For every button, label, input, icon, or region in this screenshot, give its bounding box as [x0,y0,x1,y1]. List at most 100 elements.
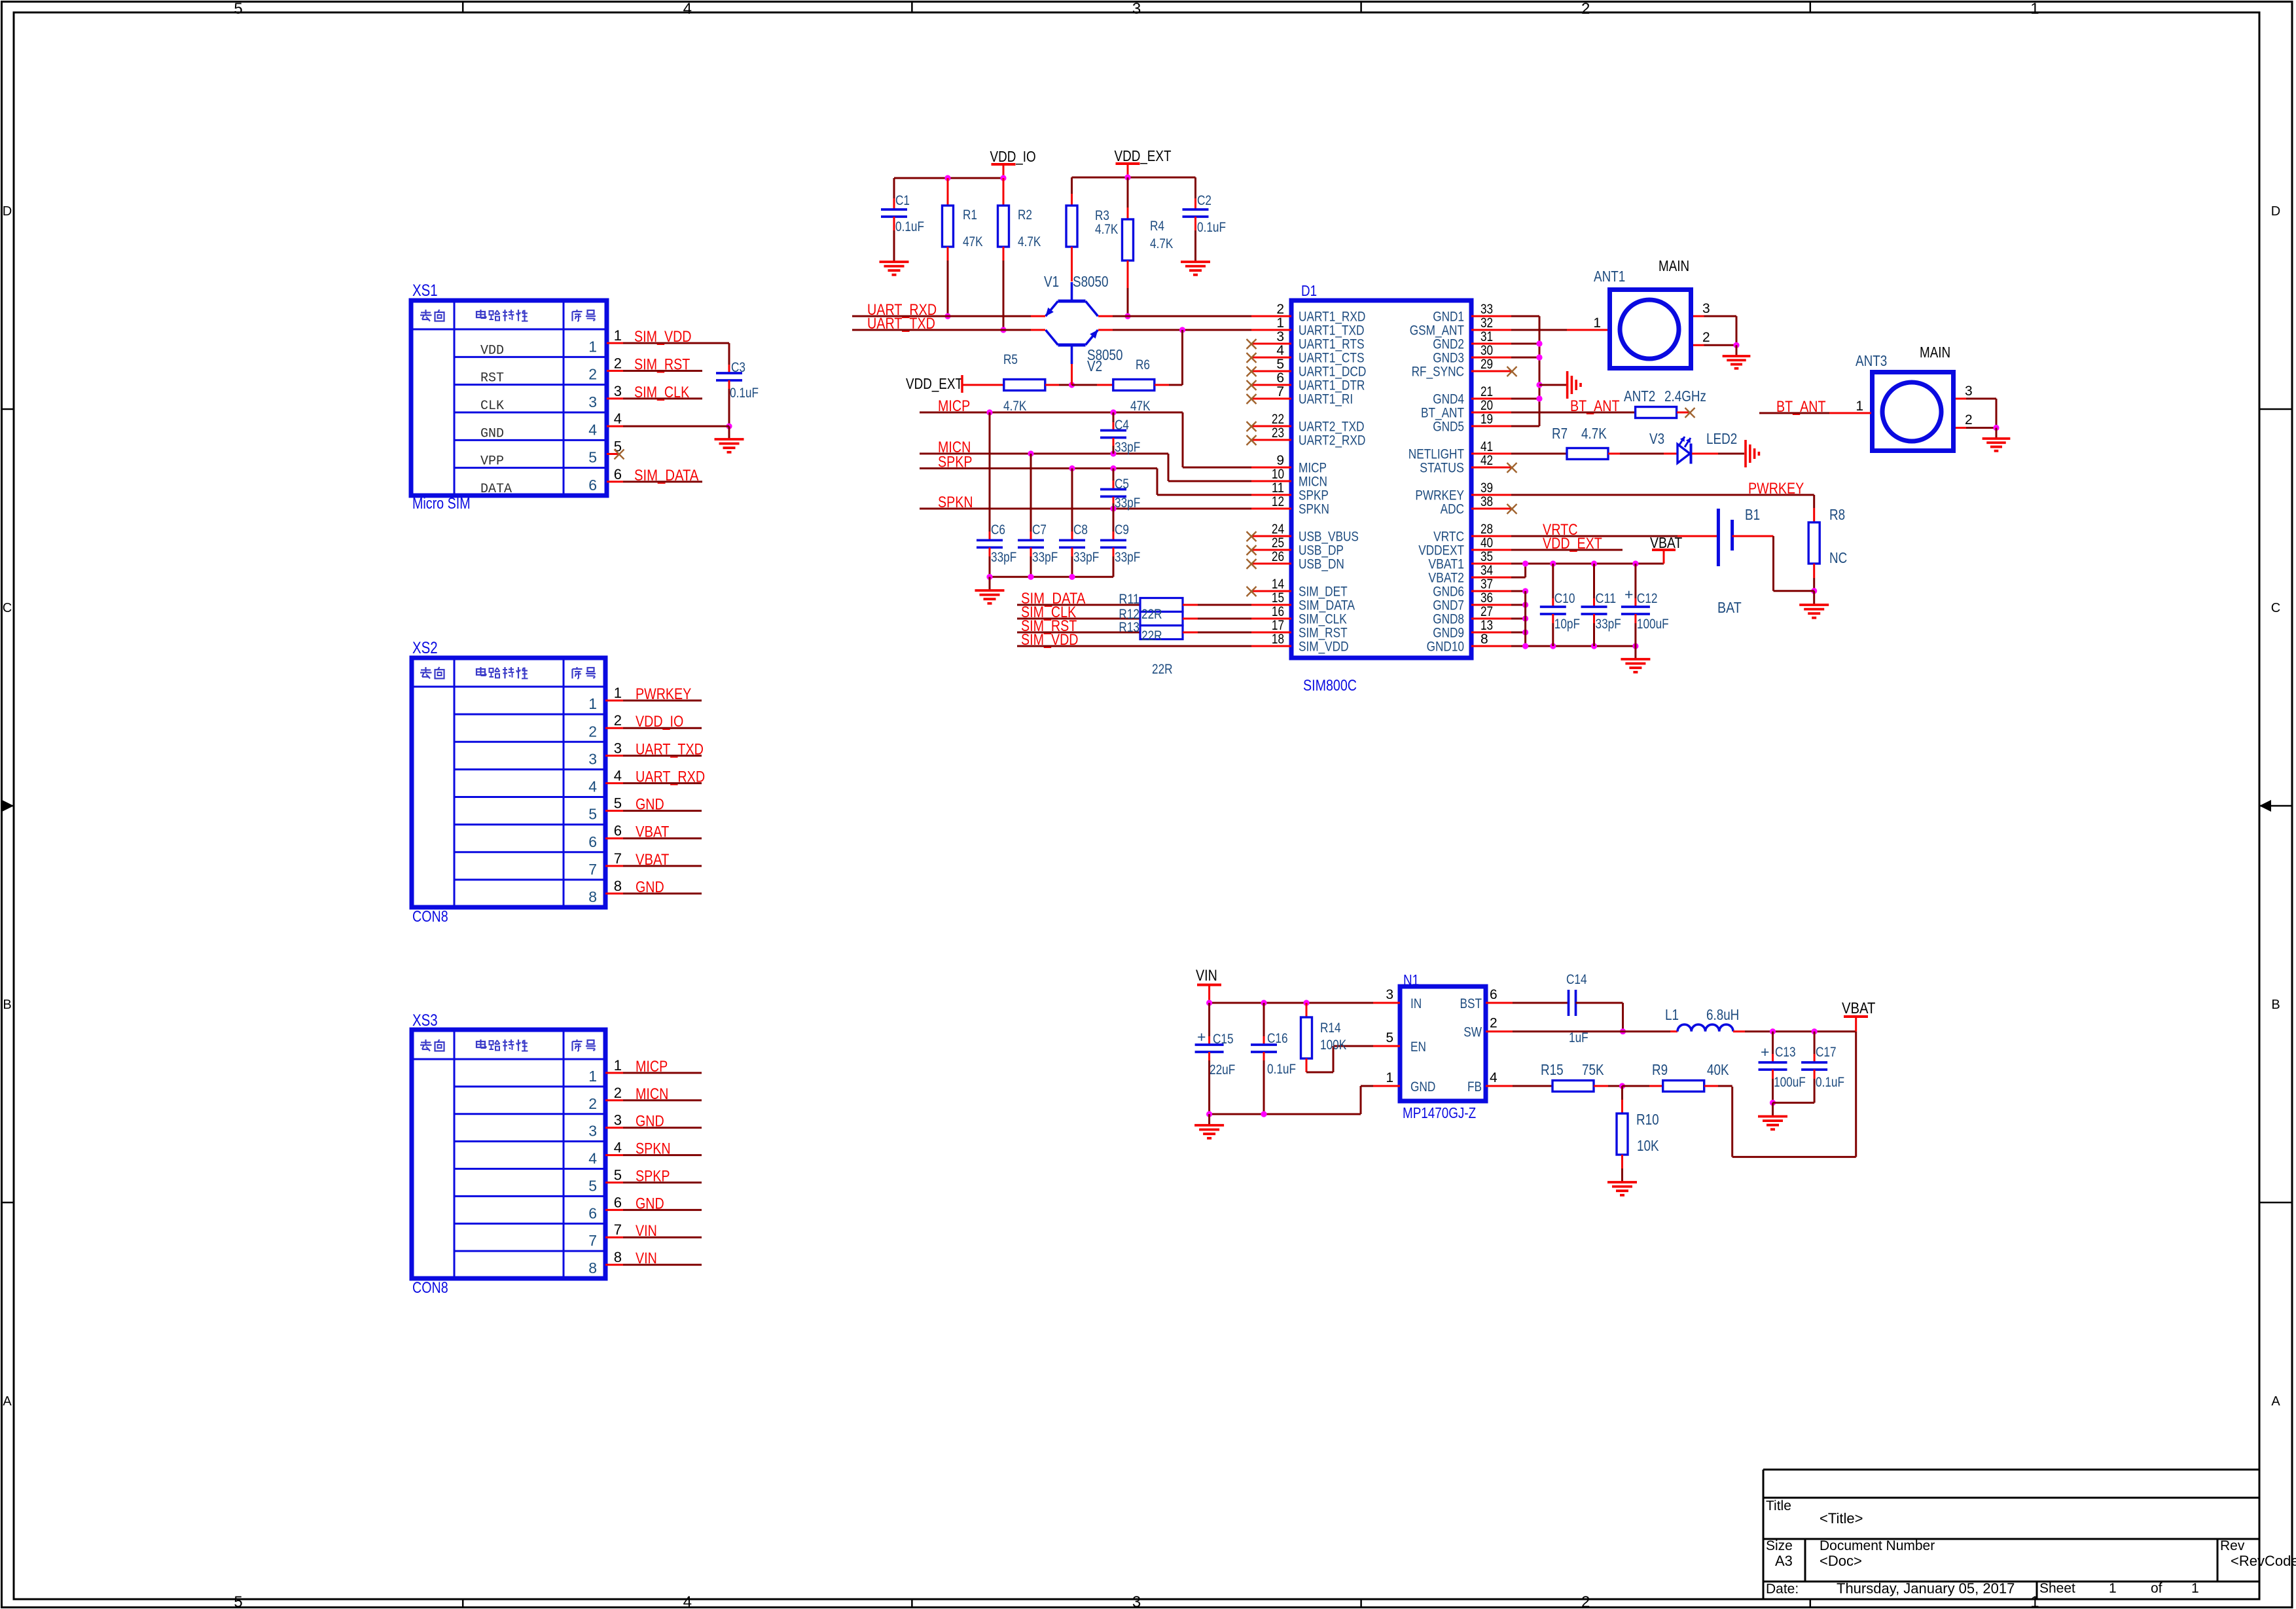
svg-text:STATUS: STATUS [1420,461,1464,476]
svg-text:UART_TXD: UART_TXD [636,740,704,758]
svg-text:ADC: ADC [1441,502,1464,517]
svg-text:1: 1 [588,338,597,355]
svg-text:VPP: VPP [480,454,504,469]
svg-text:1: 1 [588,695,597,712]
svg-text:3: 3 [614,383,622,399]
svg-text:22R: 22R [1152,662,1173,677]
svg-text:34: 34 [1480,563,1493,578]
svg-text:2: 2 [1965,412,1973,427]
svg-text:C: C [2271,601,2280,615]
svg-text:SPKN: SPKN [938,494,973,511]
svg-text:SPKN: SPKN [636,1140,671,1158]
svg-text:N1: N1 [1403,971,1419,988]
svg-text:100K: 100K [1320,1038,1346,1053]
svg-text:SIM_RST: SIM_RST [634,356,691,374]
svg-text:6.8uH: 6.8uH [1706,1006,1739,1023]
svg-text:CON8: CON8 [412,1279,448,1297]
svg-text:10K: 10K [1637,1137,1659,1154]
svg-text:R6: R6 [1136,357,1150,372]
svg-text:6: 6 [1276,371,1284,386]
svg-text:VBAT: VBAT [636,851,670,869]
svg-text:C16: C16 [1267,1031,1288,1046]
svg-text:7: 7 [1276,384,1284,399]
svg-text:MAIN: MAIN [1659,257,1689,274]
svg-text:42: 42 [1480,453,1493,468]
svg-text:RF_SYNC: RF_SYNC [1412,365,1464,380]
svg-text:10pF: 10pF [1554,617,1580,632]
svg-text:35: 35 [1480,549,1493,564]
svg-text:22uF: 22uF [1210,1062,1235,1077]
svg-text:MICP: MICP [636,1058,668,1076]
svg-text:ANT2: ANT2 [1624,388,1655,405]
svg-text:29: 29 [1480,357,1493,372]
svg-text:5: 5 [588,449,597,466]
svg-text:R1: R1 [963,208,977,223]
svg-text:R3: R3 [1095,208,1109,223]
svg-text:9: 9 [1276,453,1284,468]
svg-text:C10: C10 [1554,591,1575,606]
svg-text:1: 1 [2030,0,2039,18]
svg-text:36: 36 [1480,590,1493,606]
svg-text:47K: 47K [963,234,983,249]
svg-text:GND6: GND6 [1433,585,1464,600]
svg-text:MP1470GJ-Z: MP1470GJ-Z [1403,1104,1476,1121]
svg-text:2: 2 [614,712,622,729]
svg-text:3: 3 [1276,329,1284,344]
svg-text:MAIN: MAIN [1920,344,1950,361]
svg-text:13: 13 [1480,618,1493,633]
svg-text:7: 7 [614,850,622,867]
svg-text:5: 5 [588,1177,597,1194]
svg-text:VBAT2: VBAT2 [1428,571,1464,586]
svg-text:VDD_EXT: VDD_EXT [1115,147,1172,164]
svg-text:22R: 22R [1141,607,1162,622]
svg-text:NC: NC [1829,549,1847,566]
svg-text:0.1uF: 0.1uF [730,386,759,401]
svg-text:18: 18 [1272,632,1284,647]
svg-text:26: 26 [1272,549,1284,564]
svg-text:11: 11 [1272,480,1284,496]
svg-text:5: 5 [588,806,597,823]
svg-text:24: 24 [1272,522,1284,537]
svg-text:XS2: XS2 [412,639,438,657]
svg-text:C7: C7 [1032,522,1047,537]
svg-text:2: 2 [588,1095,597,1112]
svg-text:6: 6 [1490,987,1498,1002]
svg-text:15: 15 [1272,590,1284,606]
svg-text:4: 4 [1490,1070,1498,1085]
svg-text:2: 2 [1490,1016,1498,1031]
svg-text:1: 1 [2191,1581,2199,1596]
svg-text:C8: C8 [1073,522,1088,537]
svg-text:VDD_EXT: VDD_EXT [1543,535,1602,552]
svg-text:GND: GND [636,1195,664,1212]
svg-text:GND9: GND9 [1433,626,1464,641]
svg-text:GND1: GND1 [1433,310,1464,325]
svg-text:10: 10 [1272,467,1284,482]
svg-text:SPKN: SPKN [1299,502,1329,517]
svg-text:25: 25 [1272,535,1284,551]
svg-text:GND8: GND8 [1433,612,1464,627]
svg-text:7: 7 [588,861,597,878]
svg-text:VDD_IO: VDD_IO [990,148,1036,165]
svg-text:33pF: 33pF [1115,440,1140,455]
svg-text:MICP: MICP [938,397,970,415]
svg-text:1: 1 [614,1057,622,1074]
svg-text:<Doc>: <Doc> [1820,1553,1862,1569]
svg-text:2: 2 [1581,0,1590,18]
svg-text:4: 4 [1276,343,1284,358]
svg-text:C: C [3,601,12,615]
svg-text:21: 21 [1480,384,1493,399]
svg-text:40: 40 [1480,535,1493,551]
svg-text:C3: C3 [731,360,745,375]
svg-text:6: 6 [614,823,622,839]
svg-text:8: 8 [588,1259,597,1276]
svg-text:2.4GHz: 2.4GHz [1664,388,1706,405]
svg-text:4: 4 [588,1150,597,1167]
svg-text:0.1uF: 0.1uF [1816,1075,1844,1090]
svg-text:5: 5 [1276,357,1284,372]
svg-text:Date:: Date: [1766,1582,1799,1597]
svg-text:SIM_DATA: SIM_DATA [634,467,698,484]
svg-text:B: B [2271,998,2280,1012]
svg-text:33pF: 33pF [1596,617,1621,632]
svg-text:5: 5 [234,0,242,18]
svg-text:2: 2 [614,355,622,372]
